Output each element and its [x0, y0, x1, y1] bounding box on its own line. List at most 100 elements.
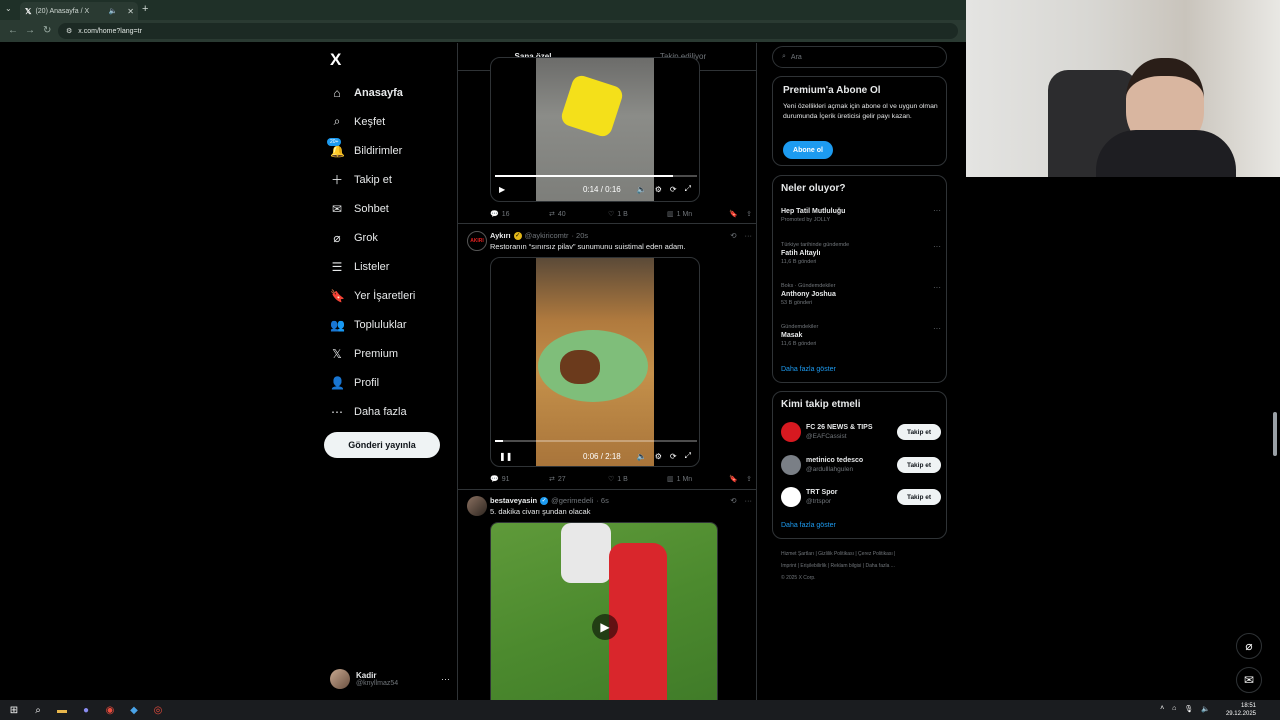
search-input[interactable]: ⌕ Ara [772, 46, 947, 68]
browser-tab[interactable]: 𝕏 (20) Anasayfa / X 🔈 ✕ [20, 2, 138, 20]
repost-button[interactable]: ⇄ 40 [549, 210, 608, 219]
forward-icon[interactable]: → [25, 25, 35, 36]
app-icon[interactable]: ● [76, 700, 96, 720]
avatar[interactable]: AKIRI [467, 231, 487, 251]
views-button[interactable]: ▥ 1 Mn [667, 210, 726, 219]
repost-button[interactable]: ⇄ 27 [549, 475, 608, 484]
post-time[interactable]: · 20s [571, 231, 588, 240]
grok-icon[interactable]: ⟲ [730, 496, 736, 505]
author-name[interactable]: Aykırı [490, 231, 511, 240]
tab-menu-icon[interactable]: ⌄ [5, 4, 12, 13]
footer-line[interactable]: Hizmet Şartları | Gizlilik Politikası | … [781, 548, 951, 560]
trend-item[interactable]: Gündemdekiler Masak 11,6 B gönderi ··· [781, 324, 941, 347]
video-progress[interactable] [495, 175, 697, 177]
post-time[interactable]: · 6s [596, 496, 609, 505]
nav-item-9[interactable]: 𝕏 Premium [330, 339, 460, 368]
app-icon[interactable]: ◆ [124, 700, 144, 720]
windows-start-icon[interactable]: ⊞ [4, 700, 24, 720]
reload-icon[interactable]: ↻ [43, 25, 51, 36]
more-icon[interactable]: ··· [933, 206, 941, 215]
author-name[interactable]: bestaveyasin [490, 496, 537, 505]
nav-item-11[interactable]: ⋯ Daha fazla [330, 397, 460, 426]
more-icon[interactable]: ··· [933, 283, 941, 292]
settings-icon[interactable]: ⚙ [655, 452, 662, 461]
follow-suggestion[interactable]: TRT Spor @trtspor Takip et [781, 485, 941, 509]
trend-item[interactable]: Türkiye tarihinde gündemde Fatih Altaylı 1… [781, 242, 941, 265]
url-input[interactable]: ⚙ x.com/home?lang=tr [58, 23, 958, 39]
play-icon[interactable]: ▶ [592, 614, 618, 640]
more-icon[interactable]: ··· [441, 674, 450, 684]
like-button[interactable]: ♡ 1 B [608, 475, 667, 484]
views-button[interactable]: ▥ 1 Mn [667, 475, 726, 484]
more-icon[interactable]: ··· [745, 496, 753, 505]
bookmark-icon[interactable]: 🔖 [729, 475, 738, 483]
show-more-link[interactable]: Daha fazla göster [781, 366, 836, 373]
loop-icon[interactable]: ⟳ [670, 185, 677, 194]
back-icon[interactable]: ← [8, 25, 18, 36]
more-icon[interactable]: ··· [745, 231, 753, 240]
grok-icon[interactable]: ⟲ [730, 231, 736, 240]
nav-item-5[interactable]: ⌀ Grok [330, 223, 460, 252]
settings-icon[interactable]: ⚙ [655, 185, 662, 194]
more-icon[interactable]: ··· [933, 324, 941, 333]
show-more-link[interactable]: Daha fazla göster [781, 522, 836, 529]
chrome-icon[interactable]: ◉ [100, 700, 120, 720]
volume-icon[interactable]: 🔈 [637, 185, 647, 194]
fullscreen-icon[interactable]: ⤢ [685, 184, 691, 194]
nav-item-10[interactable]: 👤 Profil [330, 368, 460, 397]
reply-button[interactable]: 💬 91 [490, 475, 549, 484]
file-explorer-icon[interactable]: ▬ [52, 700, 72, 720]
pause-icon[interactable]: ❚❚ [499, 452, 512, 461]
nav-item-1[interactable]: ⌕ Keşfet [330, 107, 460, 136]
nav-item-6[interactable]: ☰ Listeler [330, 252, 460, 281]
subscribe-button[interactable]: Abone ol [783, 141, 833, 159]
app-icon[interactable]: ◎ [148, 700, 168, 720]
search-icon[interactable]: ⌕ [28, 700, 48, 720]
video-progress[interactable] [495, 440, 697, 442]
clock[interactable]: 18:51 29.12.2025 [1226, 702, 1256, 718]
reply-button[interactable]: 💬 16 [490, 210, 549, 219]
bookmark-icon[interactable]: 🔖 [729, 210, 738, 218]
nav-item-2[interactable]: 🔔 20+ Bildirimler [327, 136, 460, 165]
more-icon[interactable]: ··· [933, 242, 941, 251]
speaker-icon[interactable]: 🔈 [109, 7, 118, 15]
video-player[interactable]: ▶ 0:14 / 0:16 🔈 ⚙ ⟳ ⤢ [490, 57, 700, 202]
nav-item-4[interactable]: ✉ Sohbet [330, 194, 460, 223]
nav-item-3[interactable]: ＋ Takip et [330, 165, 460, 194]
author-handle[interactable]: @gerimedeli [551, 496, 593, 505]
nav-item-8[interactable]: 👥 Topluluklar [330, 310, 460, 339]
footer-line[interactable]: Imprint | Erişilebilirlik | Reklam bilgi… [781, 560, 951, 572]
share-icon[interactable]: ⇪ [746, 210, 752, 218]
loop-icon[interactable]: ⟳ [670, 452, 677, 461]
avatar[interactable] [467, 496, 487, 516]
nav-item-7[interactable]: 🔖 Yer İşaretleri [330, 281, 460, 310]
mail-icon[interactable]: ✉ [1236, 667, 1262, 693]
account-switcher[interactable]: Kadir @knyllmaz54 ··· [330, 666, 450, 692]
like-button[interactable]: ♡ 1 B [608, 210, 667, 219]
follow-suggestion[interactable]: FC 26 NEWS & TIPS @EAFCassist Takip et [781, 420, 941, 444]
chevron-up-icon[interactable]: ˄ [1160, 705, 1164, 713]
follow-suggestion[interactable]: metinico tedesco @ardulllahgulen Takip et [781, 453, 941, 477]
follow-button[interactable]: Takip et [897, 424, 941, 440]
author-handle[interactable]: @aykiricomtr [525, 231, 569, 240]
volume-icon[interactable]: 🔈 [637, 452, 647, 461]
follow-button[interactable]: Takip et [897, 489, 941, 505]
grok-icon[interactable]: ⌀ [1236, 633, 1262, 659]
post-button[interactable]: Gönderi yayınla [324, 432, 440, 458]
network-icon[interactable]: ⌂ [1172, 705, 1176, 713]
trend-item[interactable]: Hep Tatil Mutluluğu Promoted by JOLLY ··· [781, 206, 941, 223]
volume-icon[interactable]: 🔈 [1201, 705, 1210, 713]
nav-item-0[interactable]: ⌂ Anasayfa [330, 78, 460, 107]
video-player[interactable]: ❚❚ 0:06 / 2:18 🔈 ⚙ ⟳ ⤢ [490, 257, 700, 467]
site-info-icon[interactable]: ⚙ [66, 27, 72, 35]
share-icon[interactable]: ⇪ [746, 475, 752, 483]
follow-button[interactable]: Takip et [897, 457, 941, 473]
scrollbar[interactable] [1273, 412, 1277, 456]
microphone-icon[interactable]: 🎙 [1184, 705, 1193, 713]
fullscreen-icon[interactable]: ⤢ [685, 451, 691, 461]
play-icon[interactable]: ▶ [499, 185, 505, 194]
x-logo-icon[interactable]: X [330, 50, 341, 70]
trend-item[interactable]: Boks · Gündemdekiler Anthony Joshua 53 B g… [781, 283, 941, 306]
new-tab-icon[interactable]: + [142, 3, 148, 15]
video-player[interactable]: ▶ [490, 522, 718, 700]
